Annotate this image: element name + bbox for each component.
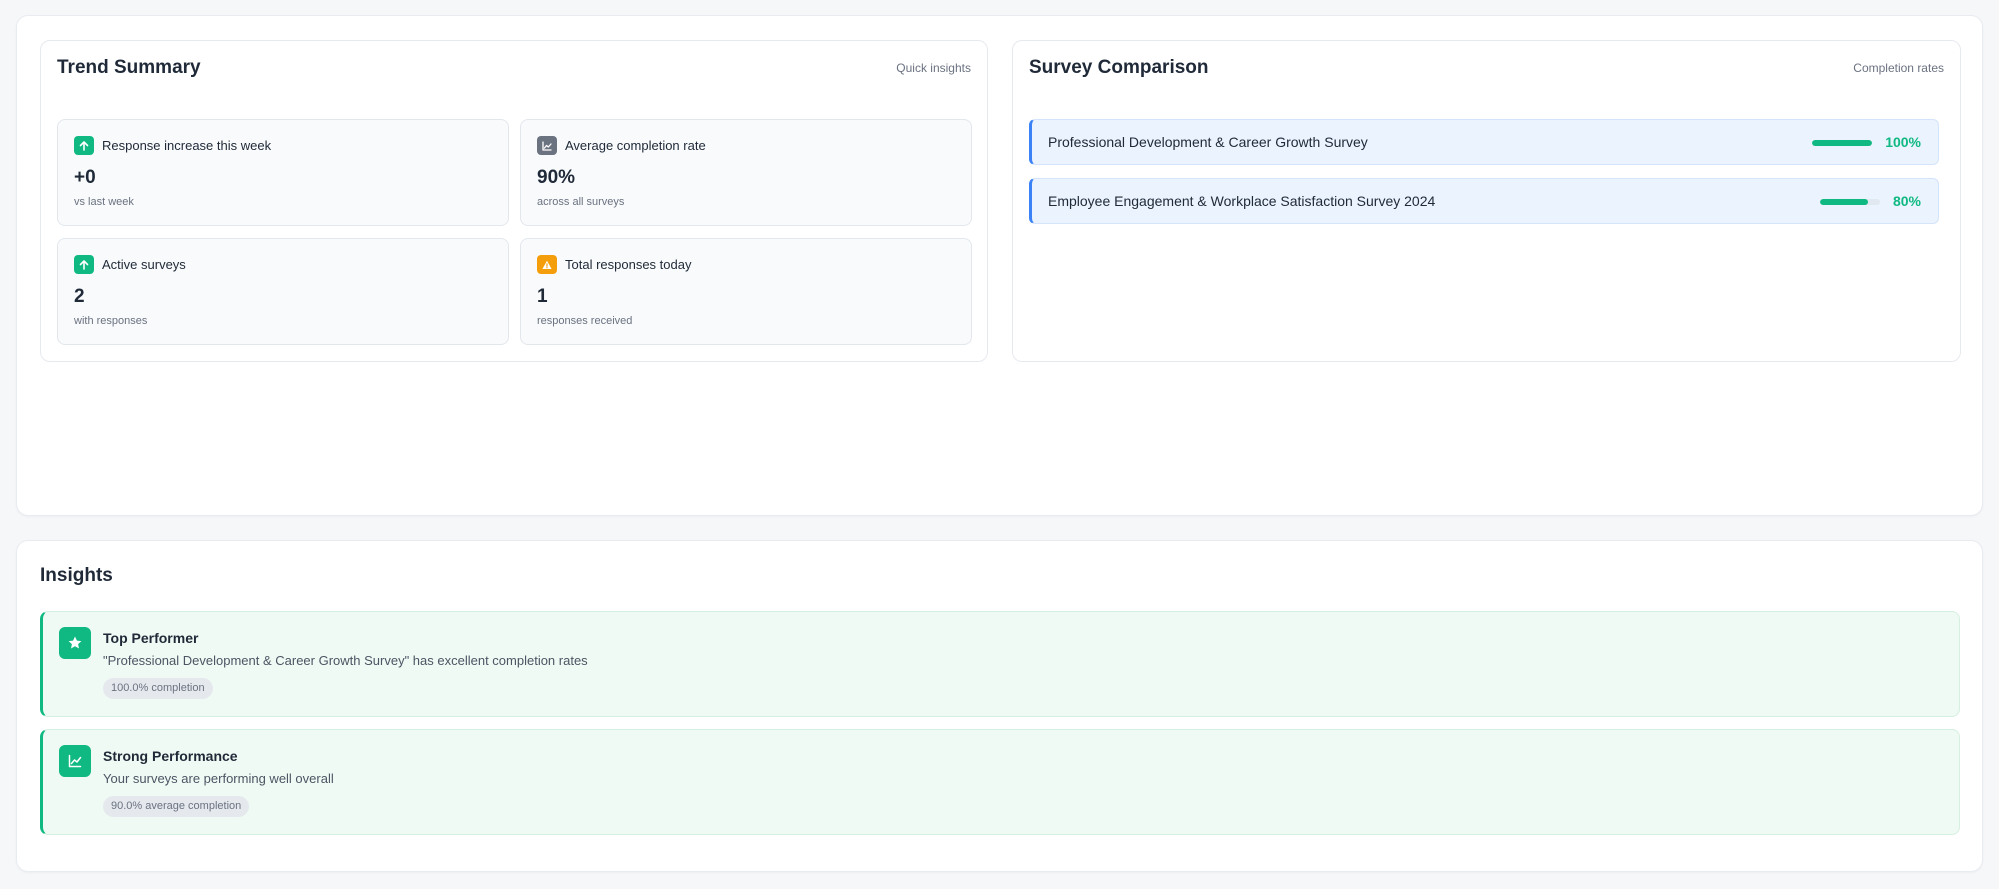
survey-name: Professional Development & Career Growth…: [1048, 134, 1368, 150]
insights-panel: Insights Top Performer "Professional Dev…: [16, 540, 1983, 872]
trend-summary-card: Trend Summary Quick insights Response in…: [40, 40, 988, 362]
chart-line-icon: [59, 745, 91, 777]
stat-label: Active surveys: [102, 257, 186, 272]
stat-average-completion: Average completion rate 90% across all s…: [520, 119, 972, 226]
stat-caption: across all surveys: [537, 196, 625, 208]
chart-line-icon: [537, 136, 557, 155]
insight-badge: 100.0% completion: [103, 678, 213, 699]
insight-title: Strong Performance: [103, 748, 238, 764]
completion-progress-bar: [1812, 140, 1872, 146]
survey-comparison-title: Survey Comparison: [1029, 57, 1209, 78]
completion-percent: 100%: [1885, 134, 1921, 150]
stat-responses-today: Total responses today 1 responses receiv…: [520, 238, 972, 345]
insight-badge: 90.0% average completion: [103, 796, 250, 817]
stat-response-increase: Response increase this week +0 vs last w…: [57, 119, 509, 226]
completion-progress-fill: [1812, 140, 1872, 146]
stat-value: 90%: [537, 167, 576, 188]
insight-description: Your surveys are performing well overall: [103, 771, 334, 786]
arrow-up-icon: [74, 136, 94, 155]
stat-value: 1: [537, 286, 548, 307]
stat-label: Response increase this week: [102, 138, 272, 153]
insight-top-performer: Top Performer "Professional Development …: [40, 611, 1960, 717]
completion-progress-bar: [1820, 199, 1880, 205]
stat-caption: with responses: [74, 315, 148, 327]
stat-active-surveys: Active surveys 2 with responses: [57, 238, 509, 345]
survey-comparison-subtitle: Completion rates: [1853, 61, 1944, 75]
survey-comparison-row[interactable]: Employee Engagement & Workplace Satisfac…: [1029, 178, 1939, 224]
insight-strong-performance: Strong Performance Your surveys are perf…: [40, 729, 1960, 835]
stat-caption: responses received: [537, 315, 633, 327]
insights-title: Insights: [40, 565, 113, 586]
warning-icon: [537, 255, 557, 274]
trend-summary-subtitle: Quick insights: [896, 61, 971, 75]
insight-title: Top Performer: [103, 630, 199, 646]
completion-progress-fill: [1820, 199, 1868, 205]
stat-label: Total responses today: [565, 257, 692, 272]
stat-label: Average completion rate: [565, 138, 706, 153]
survey-comparison-card: Survey Comparison Completion rates Profe…: [1012, 40, 1961, 362]
star-icon: [59, 627, 91, 659]
stat-caption: vs last week: [74, 196, 134, 208]
survey-name: Employee Engagement & Workplace Satisfac…: [1048, 193, 1436, 209]
completion-percent: 80%: [1892, 193, 1921, 209]
trend-summary-title: Trend Summary: [57, 57, 201, 78]
stat-value: 2: [74, 286, 85, 307]
stat-value: +0: [74, 167, 96, 188]
survey-comparison-row[interactable]: Professional Development & Career Growth…: [1029, 119, 1939, 165]
arrow-up-icon: [74, 255, 94, 274]
dashboard-top-panel: Trend Summary Quick insights Response in…: [16, 15, 1983, 516]
insight-description: "Professional Development & Career Growt…: [103, 653, 588, 668]
